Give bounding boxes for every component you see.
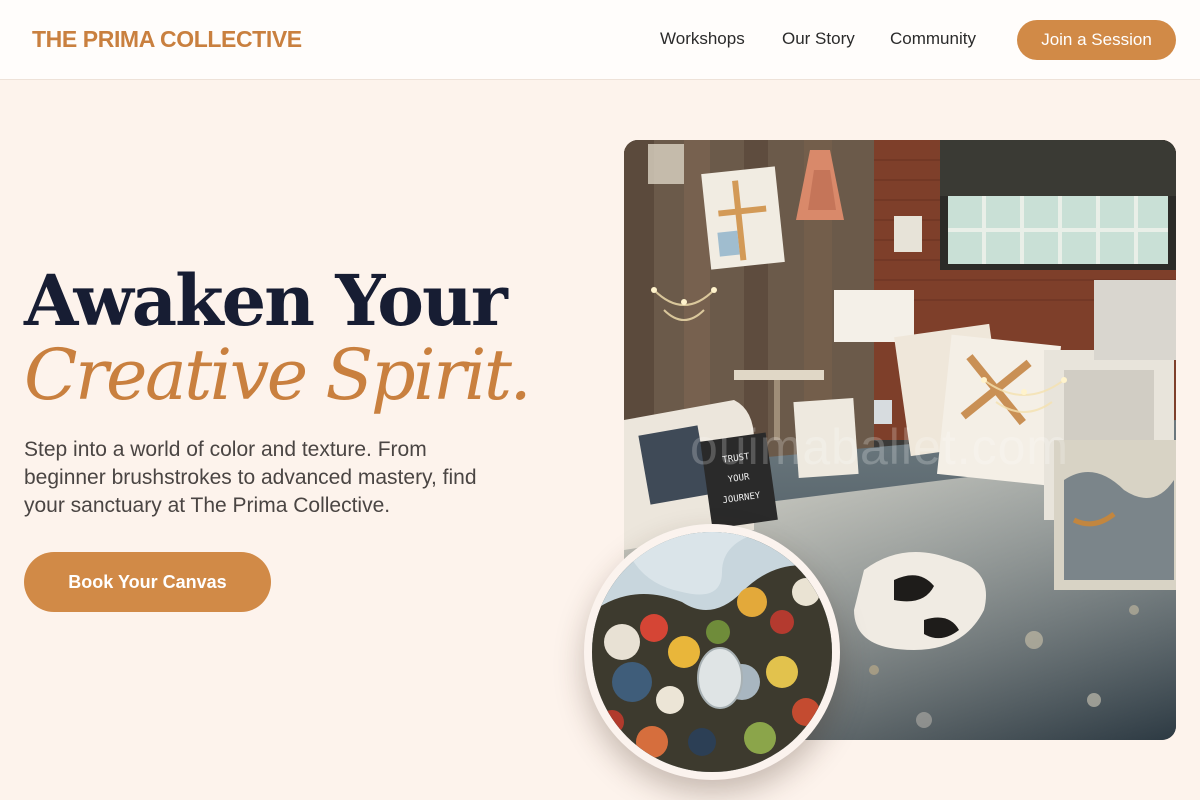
book-canvas-button[interactable]: Book Your Canvas <box>24 552 271 612</box>
brand-logo[interactable]: THE PRIMA COLLECTIVE <box>32 26 302 53</box>
hero-title-line2: Creative Spirit. <box>24 334 532 416</box>
palette-photo <box>584 524 840 780</box>
site-header: THE PRIMA COLLECTIVE Workshops Our Story… <box>0 0 1200 80</box>
nav-link-community[interactable]: Community <box>890 29 976 49</box>
palette-image <box>592 532 832 772</box>
nav-link-workshops[interactable]: Workshops <box>660 29 745 49</box>
hero-title-line1: Awaken Your <box>24 259 508 342</box>
nav-link-our-story[interactable]: Our Story <box>782 29 855 49</box>
join-session-button[interactable]: Join a Session <box>1017 20 1176 60</box>
hero-subtitle: Step into a world of color and texture. … <box>24 438 477 517</box>
page: THE PRIMA COLLECTIVE Workshops Our Story… <box>0 0 1200 800</box>
